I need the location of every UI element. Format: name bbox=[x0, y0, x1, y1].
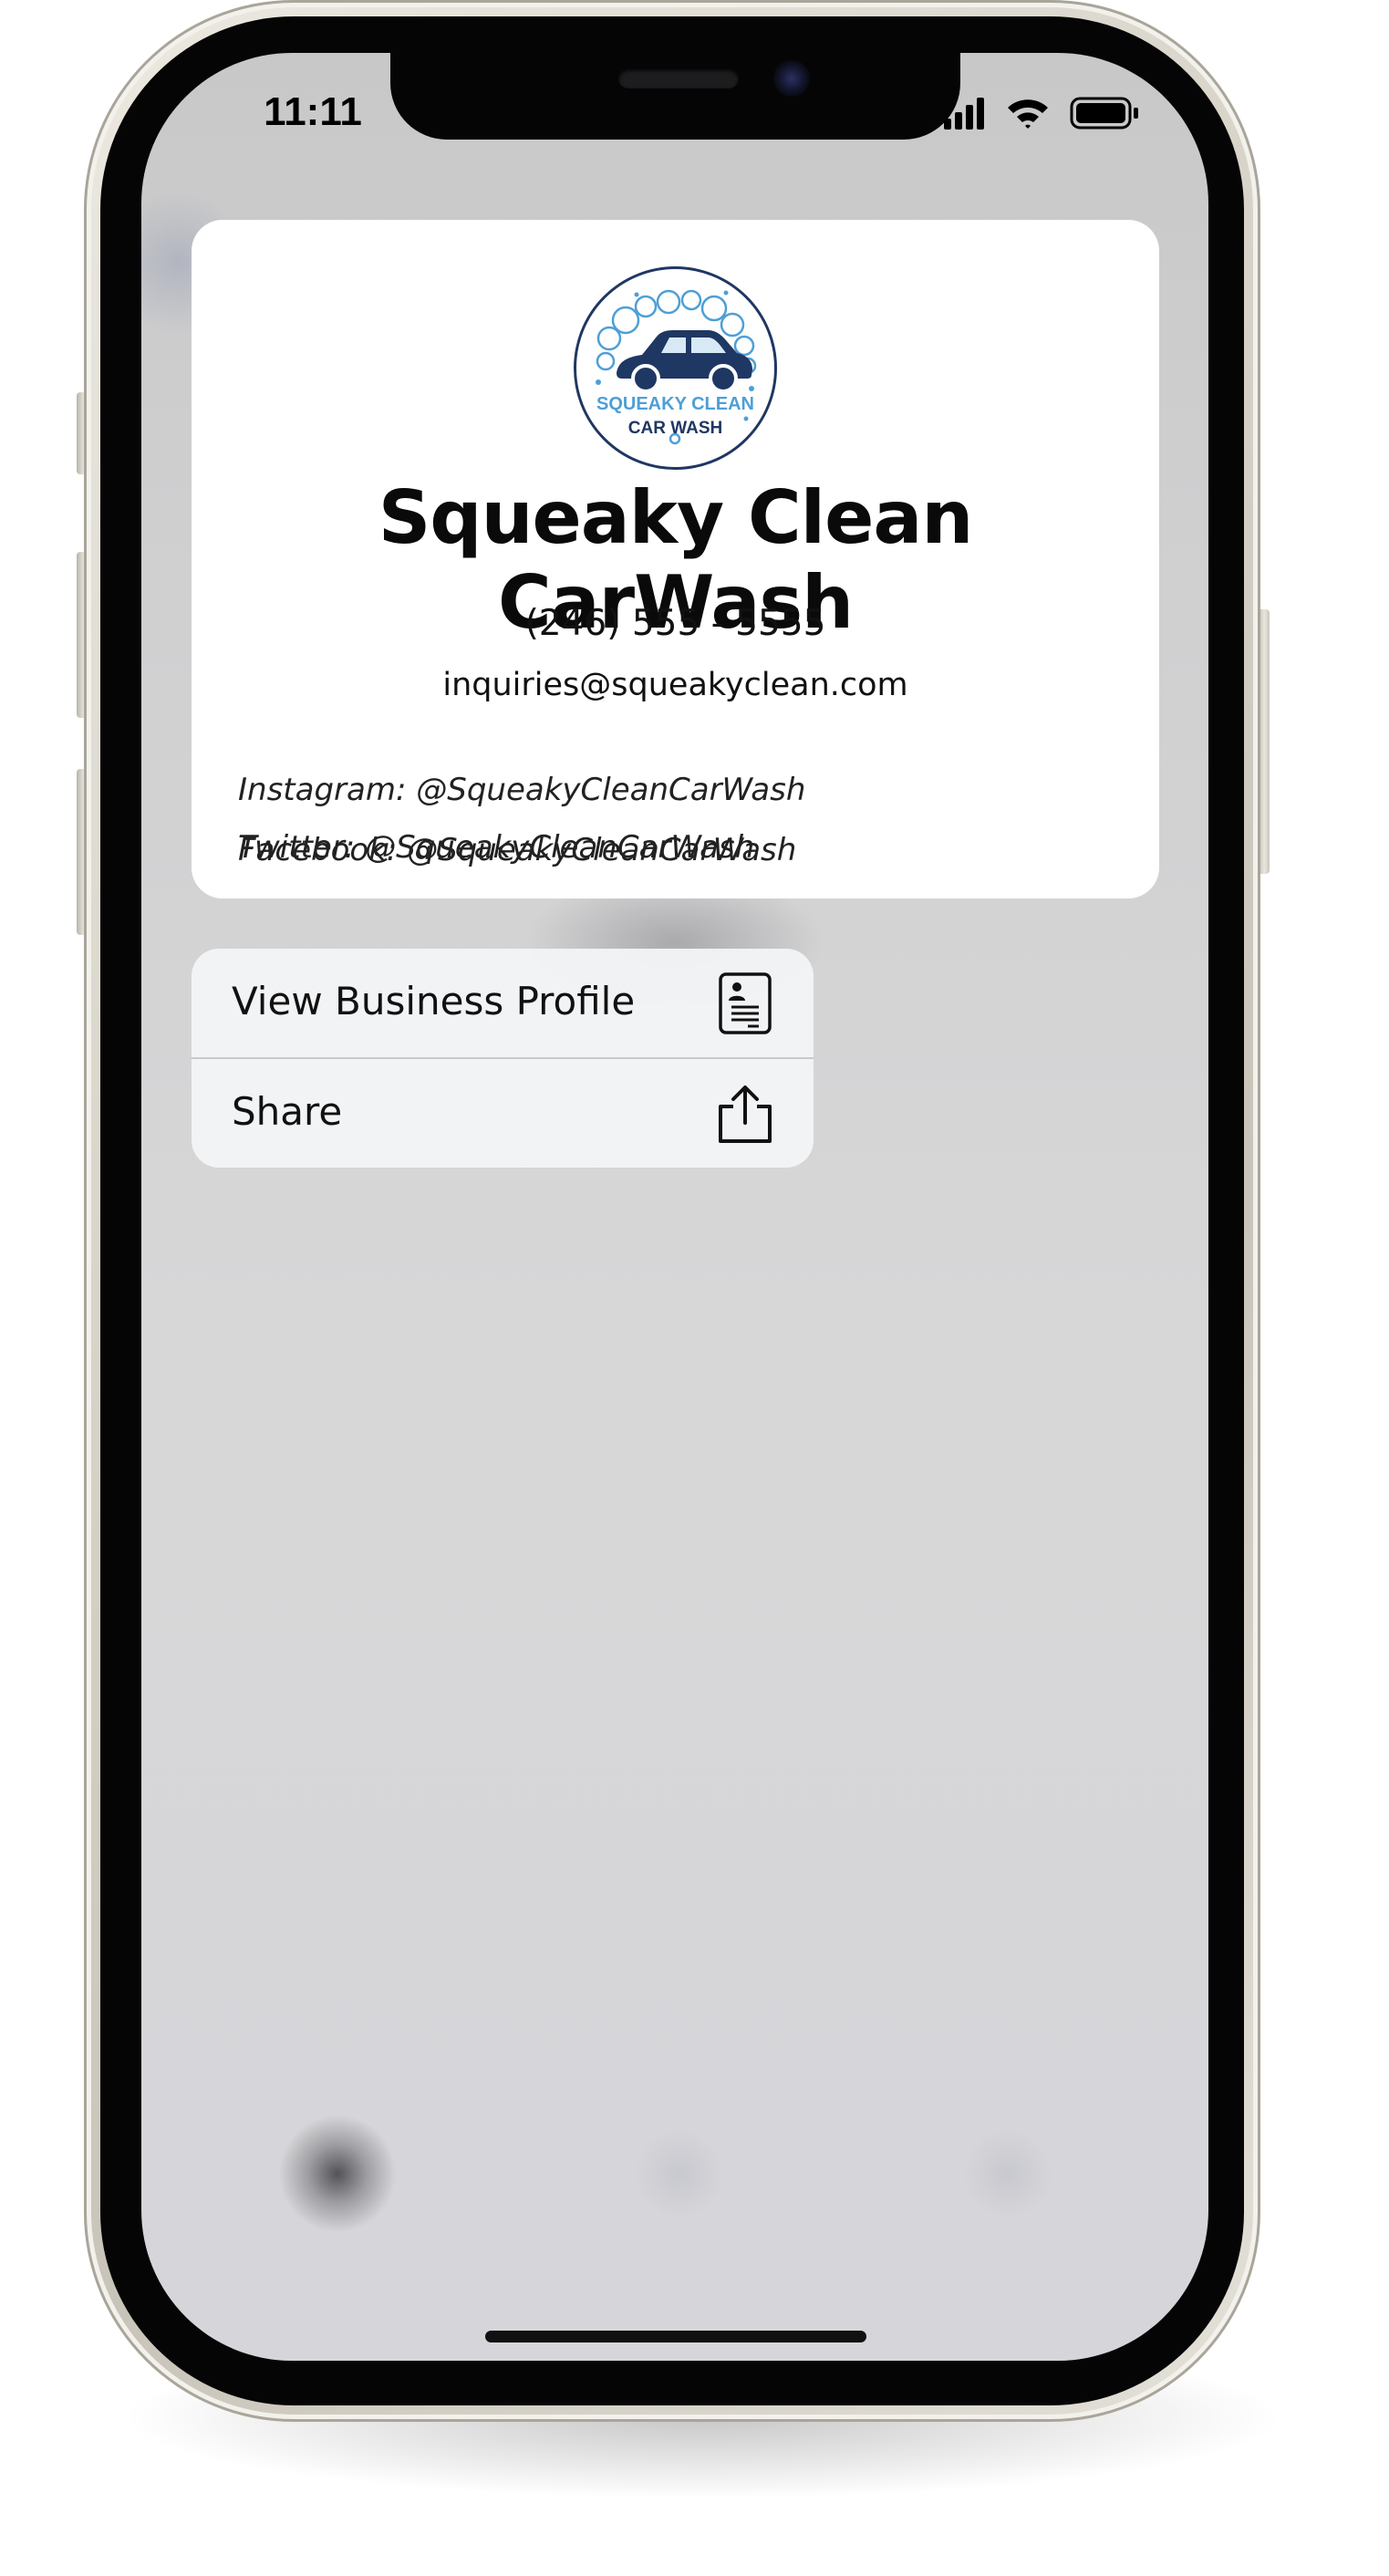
logo-line2: CAR WASH bbox=[628, 419, 722, 438]
notch bbox=[390, 53, 960, 140]
business-card[interactable]: SQUEAKY CLEAN CAR WASH Squeaky Clean Car… bbox=[192, 220, 1159, 898]
home-indicator[interactable] bbox=[485, 2331, 866, 2342]
cellular-signal-icon bbox=[944, 98, 984, 130]
front-camera bbox=[773, 60, 810, 97]
status-time: 11:11 bbox=[264, 89, 362, 134]
menu-item-label: Share bbox=[232, 1089, 343, 1134]
wifi-icon bbox=[1008, 99, 1048, 129]
phone-number[interactable]: (246) 555 - 5555 bbox=[192, 603, 1159, 644]
context-menu: View Business Profile Share bbox=[192, 949, 814, 1168]
menu-item-view-business-profile[interactable]: View Business Profile bbox=[192, 949, 814, 1057]
share-icon bbox=[719, 1085, 772, 1143]
business-profile-icon bbox=[719, 972, 772, 1034]
dock-blur bbox=[634, 2128, 725, 2219]
social-instagram: Instagram: @SqueakyCleanCarWash bbox=[238, 772, 806, 808]
social-facebook: Facebook: @SqueakyCleanCarWash bbox=[238, 832, 797, 868]
earpiece-speaker bbox=[618, 68, 739, 88]
status-icons bbox=[944, 97, 1138, 130]
email-address[interactable]: inquiries@squeakyclean.com bbox=[192, 667, 1159, 703]
logo-line1: SQUEAKY CLEAN bbox=[596, 394, 754, 414]
car-wash-logo: SQUEAKY CLEAN CAR WASH bbox=[574, 266, 777, 470]
menu-item-share[interactable]: Share bbox=[192, 1059, 814, 1168]
dock-blur bbox=[962, 2128, 1053, 2219]
dock-blur bbox=[278, 2114, 397, 2233]
battery-icon bbox=[1070, 97, 1138, 130]
menu-item-label: View Business Profile bbox=[232, 979, 636, 1023]
phone-screen: 11:11 SQUEAKY CLEAN CAR WASH Squeaky Cle… bbox=[141, 53, 1208, 2361]
